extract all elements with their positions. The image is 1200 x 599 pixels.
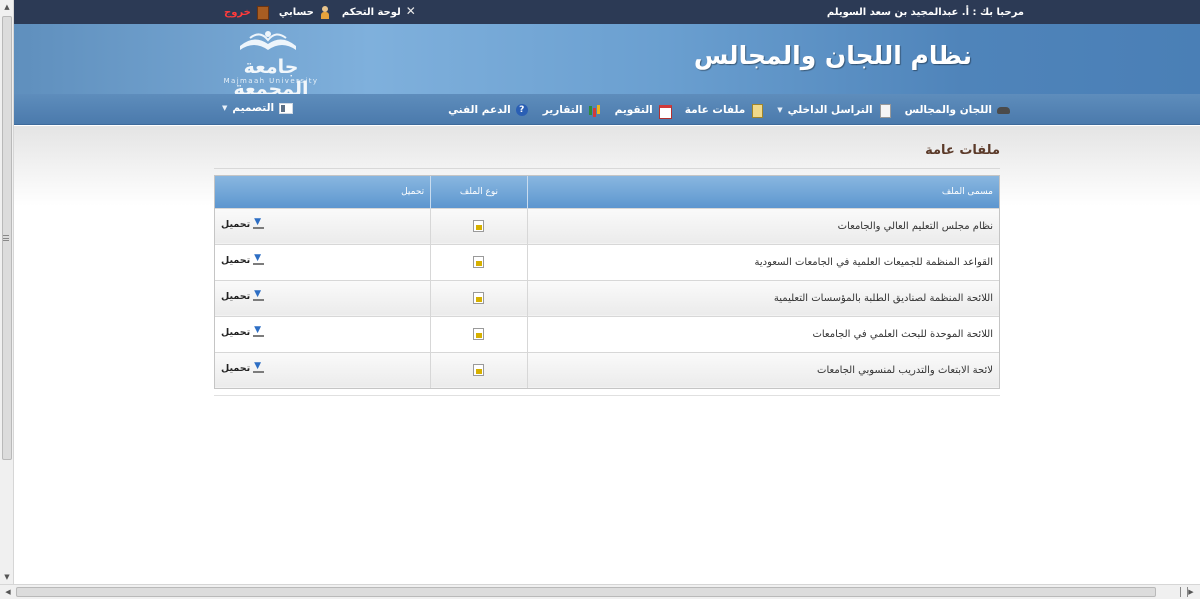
help-icon	[515, 103, 529, 116]
file-type-icon	[473, 220, 485, 232]
file-type-cell	[430, 243, 528, 280]
door-icon	[255, 5, 269, 20]
tools-icon	[405, 4, 419, 19]
nav-calendar[interactable]: التقويم	[615, 104, 672, 119]
divider	[214, 395, 1000, 396]
open-book-icon	[240, 31, 296, 50]
bar-chart-icon	[588, 104, 601, 116]
download-link[interactable]: تحميل	[221, 289, 265, 302]
column-header-type[interactable]: نوع الملف	[430, 176, 528, 208]
file-type-cell	[430, 351, 528, 388]
file-name: اللائحة الموحدة للبحث العلمي في الجامعات	[526, 315, 999, 352]
design-menu[interactable]: التصميم ▼	[222, 102, 294, 114]
scroll-up-arrow-icon[interactable]: ▲	[2, 2, 12, 12]
file-type-cell	[430, 279, 528, 316]
main-nav: اللجان والمجالس التراسل الداخلي ▼ ملفات …	[14, 94, 1200, 125]
column-header-download[interactable]: تحميل	[215, 176, 431, 208]
file-type-cell	[430, 315, 528, 352]
download-cell: تحميل	[215, 351, 431, 388]
files-table: مسمى الملف نوع الملف تحميل نظام مجلس الت…	[214, 175, 1000, 389]
download-icon	[253, 361, 265, 374]
horizontal-scrollbar[interactable]: ◀ ▶	[0, 584, 1200, 599]
file-name: لائحة الابتعاث والتدريب لمنسوبي الجامعات	[526, 351, 999, 388]
my-account-link[interactable]: حسابي	[279, 5, 332, 19]
nav-tech-support[interactable]: الدعم الفني	[448, 103, 529, 116]
scroll-right-arrow-icon[interactable]: ▶	[1186, 587, 1196, 597]
top-bar: مرحبا بك : أ. عبدالمجيد بن سعد السويلم ل…	[14, 0, 1200, 24]
car-icon	[997, 104, 1010, 116]
download-cell: تحميل	[215, 207, 431, 244]
chevron-down-icon: ▼	[777, 105, 783, 114]
document-icon	[878, 103, 891, 118]
header-banner: نظام اللجان والمجالس جامعة المجمعة Majma…	[14, 24, 1200, 100]
nav-internal-messaging[interactable]: التراسل الداخلي ▼	[777, 103, 891, 118]
download-link[interactable]: تحميل	[221, 325, 265, 338]
horizontal-scroll-thumb[interactable]	[16, 587, 1156, 597]
file-name: اللائحة المنظمة لصناديق الطلبة بالمؤسسات…	[526, 279, 999, 316]
table-row: لائحة الابتعاث والتدريب لمنسوبي الجامعات…	[215, 351, 999, 388]
scroll-down-arrow-icon[interactable]: ▼	[2, 572, 12, 582]
table-row: نظام مجلس التعليم العالي والجامعات تحميل	[215, 207, 999, 244]
person-icon	[318, 5, 332, 19]
scroll-left-arrow-icon[interactable]: ◀	[3, 587, 13, 597]
download-cell: تحميل	[215, 279, 431, 316]
vertical-scrollbar[interactable]: ▲ ▼	[0, 0, 14, 584]
file-name: نظام مجلس التعليم العالي والجامعات	[526, 207, 999, 244]
clipboard-icon	[750, 103, 764, 118]
chevron-down-icon: ▼	[222, 104, 228, 112]
nav-committees[interactable]: اللجان والمجالس	[905, 104, 1010, 116]
logout-link[interactable]: خروج	[224, 5, 269, 20]
welcome-text: مرحبا بك : أ. عبدالمجيد بن سعد السويلم	[826, 6, 1024, 18]
table-row: القواعد المنظمة للجميعات العلمية في الجا…	[215, 243, 999, 280]
layout-icon	[279, 102, 294, 114]
file-type-icon	[473, 364, 485, 377]
file-type-icon	[473, 328, 485, 340]
download-link[interactable]: تحميل	[221, 217, 265, 230]
table-row: اللائحة الموحدة للبحث العلمي في الجامعات…	[215, 315, 999, 352]
download-link[interactable]: تحميل	[221, 253, 265, 266]
download-icon	[253, 325, 265, 338]
top-links: لوحة التحكم حسابي خروج	[214, 4, 419, 20]
column-header-name[interactable]: مسمى الملف	[526, 176, 999, 208]
nav-public-files[interactable]: ملفات عامة	[685, 103, 764, 118]
page-title: ملفات عامة	[214, 143, 1000, 169]
system-title: نظام اللجان والمجالس	[693, 41, 972, 70]
nav-reports[interactable]: التقارير	[543, 104, 601, 116]
download-icon	[253, 217, 265, 230]
download-link[interactable]: تحميل	[221, 361, 265, 374]
download-icon	[253, 253, 265, 266]
download-cell: تحميل	[215, 315, 431, 352]
file-type-icon	[473, 256, 485, 268]
table-header-row: مسمى الملف نوع الملف تحميل	[215, 176, 999, 208]
control-panel-link[interactable]: لوحة التحكم	[342, 4, 419, 19]
table-row: اللائحة المنظمة لصناديق الطلبة بالمؤسسات…	[215, 279, 999, 316]
file-type-cell	[430, 207, 528, 244]
logo-subtitle: Majmaah University	[223, 77, 319, 85]
download-cell: تحميل	[215, 243, 431, 280]
download-icon	[253, 289, 265, 302]
university-logo[interactable]: جامعة المجمعة Majmaah University	[206, 26, 336, 100]
scroll-grip-icon	[3, 235, 9, 241]
file-type-icon	[473, 292, 485, 304]
file-name: القواعد المنظمة للجميعات العلمية في الجا…	[526, 243, 999, 280]
calendar-icon	[658, 104, 672, 119]
